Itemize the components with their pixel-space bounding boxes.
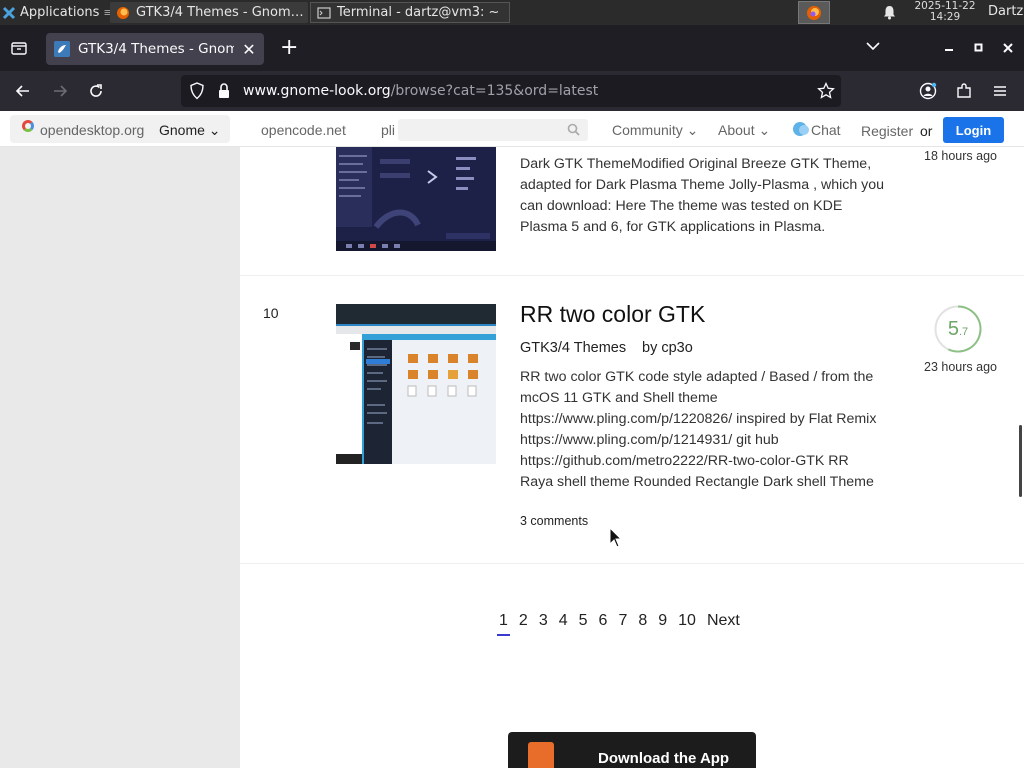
taskbar-item-terminal[interactable]: Terminal - dartz@vm3: ~ — [310, 2, 510, 23]
applications-menu[interactable]: Applications ≡ — [0, 0, 113, 25]
firefox-view-icon[interactable] — [10, 39, 28, 57]
browser-navbar: www.gnome-look.org/browse?cat=135&ord=la… — [0, 71, 1024, 111]
opencode-link[interactable]: opencode.net — [261, 122, 346, 138]
clock[interactable]: 2025-11-22 14:29 — [905, 1, 985, 23]
community-dropdown[interactable]: Community ⌄ — [612, 122, 698, 139]
bookmark-star-icon[interactable] — [817, 81, 835, 100]
search-icon[interactable] — [567, 123, 580, 136]
score-decimal: .7 — [958, 326, 969, 338]
item-description: RR two color GTK code style adapted / Ba… — [520, 369, 877, 490]
lock-icon[interactable] — [217, 82, 235, 100]
score-main: 5 — [947, 318, 959, 340]
back-icon[interactable] — [14, 82, 32, 100]
page-link[interactable]: 6 — [599, 612, 608, 630]
list-all-tabs-icon[interactable] — [866, 39, 880, 55]
item-separator — [240, 275, 1024, 276]
register-link[interactable]: Register — [861, 123, 913, 139]
url-text: www.gnome-look.org/browse?cat=135&ord=la… — [243, 83, 598, 99]
item-thumbnail[interactable] — [336, 147, 496, 251]
page-link[interactable]: 2 — [519, 612, 528, 630]
tray-firefox-icon[interactable] — [798, 1, 830, 24]
url-domain: www.gnome-look.org — [243, 83, 391, 99]
chat-link[interactable]: Chat — [811, 122, 841, 138]
taskbar-item-firefox[interactable]: GTK3/4 Themes - Gnom… — [110, 2, 308, 23]
page-link[interactable]: 5 — [579, 612, 588, 630]
item-category-link[interactable]: GTK3/4 Themes — [520, 340, 626, 356]
item-title[interactable]: RR two color GTK — [520, 301, 705, 328]
item-thumbnail[interactable] — [336, 304, 496, 464]
opendesktop-link[interactable]: opendesktop.org — [40, 122, 144, 138]
score-number: 5.7 — [933, 304, 983, 354]
url-bar[interactable]: www.gnome-look.org/browse?cat=135&ord=la… — [181, 75, 841, 107]
left-sidebar — [0, 147, 240, 768]
applications-label: Applications — [20, 5, 100, 20]
reload-icon[interactable] — [87, 82, 105, 100]
site-header: opendesktop.org Gnome ⌄ opencode.net pli… — [0, 111, 1024, 147]
menu-hamburger-icon[interactable] — [991, 82, 1009, 100]
url-path: /browse?cat=135&ord=latest — [390, 83, 599, 99]
extensions-icon[interactable] — [955, 82, 973, 100]
notification-bell-icon[interactable] — [882, 5, 897, 20]
comments-link[interactable]: 3 comments — [520, 514, 588, 528]
xfce-logo-icon — [2, 6, 16, 20]
account-icon[interactable] — [919, 82, 937, 100]
maximize-icon[interactable] — [974, 41, 984, 57]
login-button[interactable]: Login — [943, 117, 1004, 143]
user-menu[interactable]: Dartz — [988, 4, 1023, 19]
item-score: 5.7 — [933, 304, 983, 354]
item-age: 23 hours ago — [924, 360, 997, 374]
browser-tabbar: GTK3/4 Themes - Gnome ✕ + — [0, 25, 1024, 71]
content-list: Dark GTK ThemeModified Original Breeze G… — [240, 147, 1024, 768]
item-age: 18 hours ago — [924, 149, 997, 163]
tab-close-icon[interactable]: ✕ — [242, 40, 256, 59]
download-app-button[interactable]: Download the App — [508, 732, 756, 768]
gnome-look-favicon-icon — [54, 41, 70, 57]
item-rank: 10 — [263, 305, 279, 321]
page-link[interactable]: 9 — [658, 612, 667, 630]
site-search-input[interactable] — [398, 119, 588, 141]
taskbar-item-label: Terminal - dartz@vm3: ~ — [337, 5, 500, 20]
page-link[interactable]: 3 — [539, 612, 548, 630]
page-link[interactable]: 8 — [638, 612, 647, 630]
minimize-icon[interactable] — [944, 41, 954, 57]
page-link[interactable]: 1 — [497, 612, 510, 636]
tab-title: GTK3/4 Themes - Gnome — [78, 41, 234, 57]
forward-icon[interactable] — [51, 82, 69, 100]
firefox-icon — [116, 6, 130, 20]
new-tab-button[interactable]: + — [280, 37, 298, 59]
pling-link[interactable]: pli — [381, 122, 395, 138]
opendesktop-logo-icon — [22, 120, 34, 132]
taskbar-item-label: GTK3/4 Themes - Gnom… — [136, 5, 304, 20]
download-app-label: Download the App — [598, 750, 730, 767]
close-window-icon[interactable] — [1003, 41, 1013, 57]
or-text: or — [920, 123, 933, 139]
os-taskbar: Applications ≡ GTK3/4 Themes - Gnom… Ter… — [0, 0, 1024, 25]
gnome-dropdown[interactable]: Gnome ⌄ — [159, 122, 221, 139]
page-scrollbar[interactable] — [1019, 425, 1022, 497]
about-dropdown[interactable]: About ⌄ — [718, 122, 770, 139]
page-link[interactable]: 10 — [678, 612, 696, 630]
tracking-protection-shield-icon[interactable] — [189, 82, 207, 100]
pagination: 1 2 3 4 5 6 7 8 9 10 Next — [497, 612, 751, 636]
item-description: Dark GTK ThemeModified Original Breeze G… — [520, 156, 885, 235]
page-link[interactable]: 7 — [618, 612, 627, 630]
terminal-icon — [317, 6, 331, 20]
item-separator — [240, 563, 1024, 564]
mouse-cursor-icon — [609, 527, 623, 548]
next-page-link[interactable]: Next — [707, 612, 740, 630]
chat-icon[interactable] — [792, 121, 810, 137]
item-author-link[interactable]: by cp3o — [642, 340, 693, 356]
clock-time: 14:29 — [929, 11, 961, 23]
browser-tab-active[interactable]: GTK3/4 Themes - Gnome ✕ — [46, 33, 264, 65]
shopping-bag-icon — [528, 742, 554, 768]
page-link[interactable]: 4 — [559, 612, 568, 630]
